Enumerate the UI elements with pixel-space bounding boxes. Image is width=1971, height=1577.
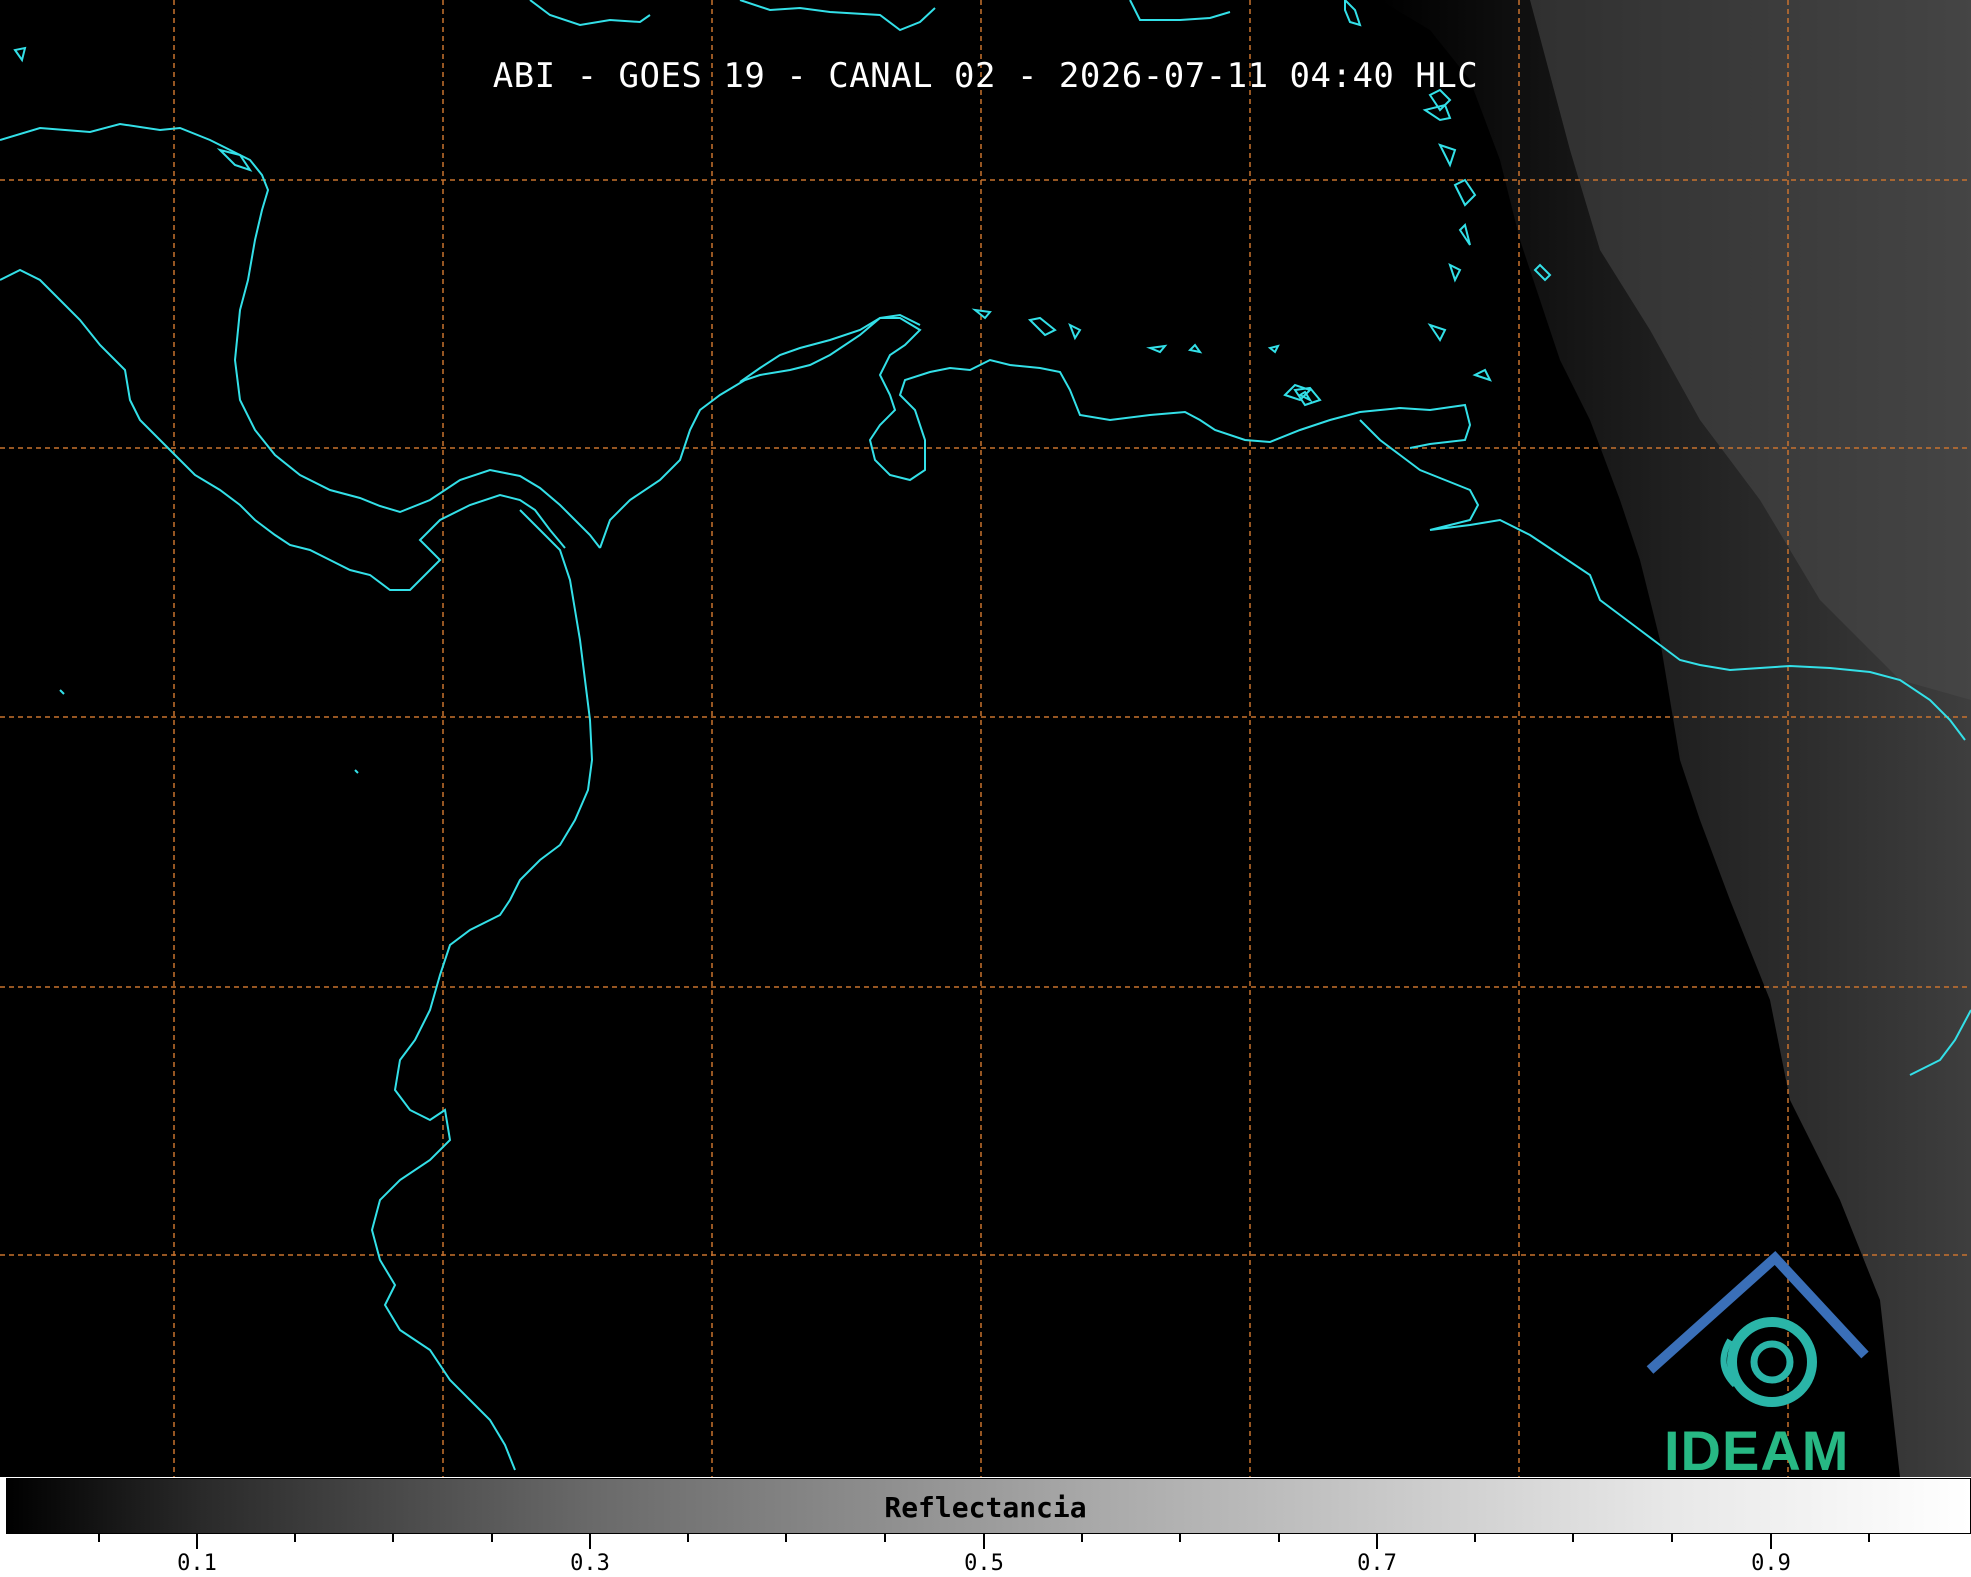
tick-minor	[1081, 1533, 1083, 1542]
tick-minor	[785, 1533, 787, 1542]
tick-minor	[687, 1533, 689, 1542]
tick-minor	[1179, 1533, 1181, 1542]
tick-minor	[98, 1533, 100, 1542]
tick-major	[1376, 1533, 1378, 1549]
tick-label: 0.1	[177, 1551, 217, 1576]
tick-major	[1770, 1533, 1772, 1549]
tick-label: 0.5	[964, 1551, 1004, 1576]
tick-minor	[1278, 1533, 1280, 1542]
colorbar-panel: Reflectancia 0.1 0.3 0.5 0.7 0.9	[0, 1477, 1971, 1577]
colorbar-label: Reflectancia	[884, 1491, 1087, 1524]
tick-minor	[1868, 1533, 1870, 1542]
tick-minor	[884, 1533, 886, 1542]
tick-label: 0.7	[1357, 1551, 1397, 1576]
tick-minor	[294, 1533, 296, 1542]
ideam-logo-text: IDEAM	[1664, 1419, 1850, 1482]
tick-major	[983, 1533, 985, 1549]
tick-minor	[392, 1533, 394, 1542]
tick-minor	[1671, 1533, 1673, 1542]
map-title: ABI - GOES 19 - CANAL 02 - 2026-07-11 04…	[492, 56, 1479, 96]
satellite-map	[0, 0, 1971, 1477]
tick-minor	[1474, 1533, 1476, 1542]
tick-label: 0.3	[570, 1551, 610, 1576]
tick-label: 0.9	[1751, 1551, 1791, 1576]
tick-minor	[491, 1533, 493, 1542]
tick-minor	[1572, 1533, 1574, 1542]
tick-major	[589, 1533, 591, 1549]
colorbar-axis: 0.1 0.3 0.5 0.7 0.9	[0, 1533, 1971, 1577]
tick-major	[196, 1533, 198, 1549]
